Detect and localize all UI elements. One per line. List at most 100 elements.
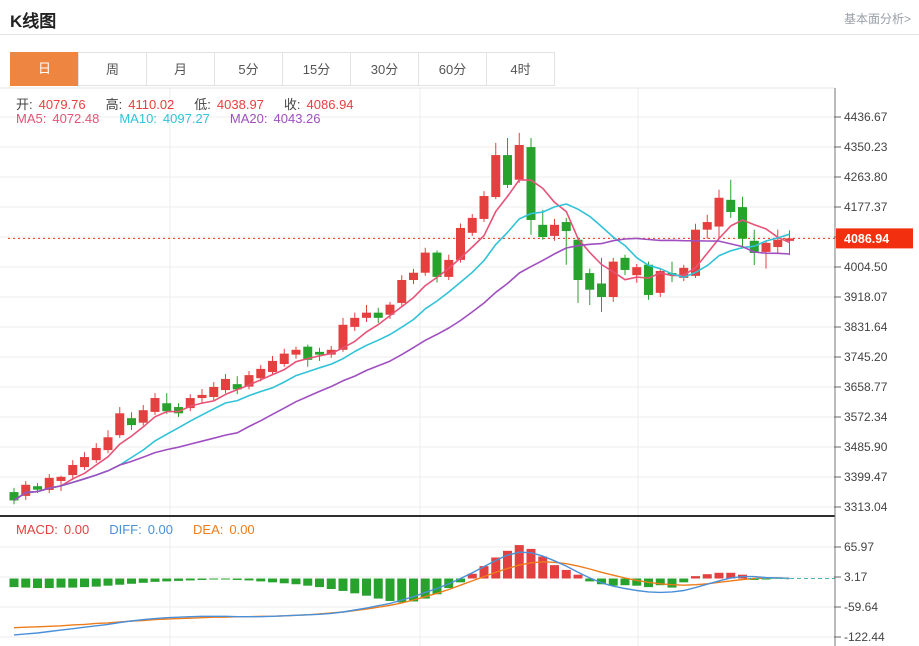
- candle: [197, 394, 207, 399]
- macd-bar: [68, 578, 78, 588]
- price-tick-label: 3485.90: [844, 440, 888, 454]
- ma-lines-layer: [13, 179, 790, 502]
- candle: [397, 280, 407, 303]
- candle: [162, 403, 172, 412]
- macd-bar: [174, 578, 183, 581]
- candle: [68, 465, 78, 476]
- macd-bar: [244, 578, 254, 581]
- candle: [503, 155, 512, 185]
- candle: [773, 239, 783, 248]
- macd-bar: [326, 578, 336, 590]
- macd-tick-label: 3.17: [844, 570, 868, 584]
- candle: [291, 349, 301, 355]
- candle: [702, 222, 712, 230]
- macd-bar: [256, 578, 266, 582]
- candle: [714, 197, 724, 227]
- price-tick-label: 3399.47: [844, 470, 888, 484]
- candle: [538, 224, 548, 237]
- macd-bar: [714, 572, 724, 579]
- candle: [620, 257, 630, 270]
- grid-layer: [0, 87, 835, 646]
- macd-bar: [115, 578, 125, 585]
- price-tick-label: 4350.23: [844, 140, 888, 154]
- ma10-line: [13, 203, 790, 502]
- price-tick-label: 3313.04: [844, 500, 888, 514]
- macd-layer: [9, 545, 835, 636]
- candle: [491, 155, 501, 198]
- macd-bar: [209, 578, 219, 580]
- candle: [550, 224, 559, 236]
- candle: [726, 199, 736, 212]
- candle: [597, 283, 606, 298]
- macd-bar: [185, 578, 195, 581]
- candlestick-layer: [8, 132, 835, 505]
- candle: [33, 486, 42, 490]
- candle: [103, 437, 113, 451]
- macd-bar: [80, 578, 89, 588]
- candle: [409, 272, 418, 281]
- candle: [526, 147, 536, 220]
- macd-bar: [291, 578, 301, 585]
- candle: [209, 386, 219, 397]
- candle: [80, 457, 89, 468]
- candle: [115, 413, 125, 436]
- macd-bar: [362, 578, 371, 596]
- candle: [221, 378, 230, 391]
- macd-bar: [91, 578, 101, 587]
- axis-layer: 4436.67 4350.23 4263.80 4177.37 4004.50 3918.…: [0, 88, 913, 646]
- kline-chart[interactable]: 4436.67 4350.23 4263.80 4177.37 4004.50 3918.…: [0, 0, 919, 646]
- ma5-line: [13, 179, 790, 502]
- candle: [467, 217, 477, 233]
- macd-bar: [21, 578, 31, 588]
- macd-bar: [538, 556, 548, 579]
- macd-bar: [385, 578, 395, 601]
- macd-bar: [232, 578, 242, 580]
- candle: [632, 267, 642, 276]
- candle: [644, 264, 653, 295]
- macd-bar: [514, 545, 524, 579]
- macd-tick-label: -122.44: [844, 630, 885, 644]
- macd-bar: [221, 578, 230, 580]
- candle: [350, 317, 360, 327]
- price-tick-label: 3658.77: [844, 380, 888, 394]
- candle: [738, 207, 747, 239]
- price-tick-label: 3918.07: [844, 290, 888, 304]
- candle: [373, 312, 383, 318]
- candle: [514, 144, 524, 180]
- macd-bar: [44, 578, 54, 589]
- price-tick-label: 4004.50: [844, 260, 888, 274]
- macd-bar: [127, 578, 136, 584]
- macd-bar: [691, 576, 700, 579]
- kline-chart-area: 4436.67 4350.23 4263.80 4177.37 4004.50 3918.…: [0, 0, 919, 646]
- macd-bar: [138, 578, 148, 583]
- price-tick-label: 4436.67: [844, 110, 888, 124]
- macd-tick-label: 65.97: [844, 540, 874, 554]
- candle: [432, 252, 442, 277]
- macd-bar: [338, 578, 348, 591]
- candle: [91, 448, 101, 461]
- macd-bar: [573, 574, 583, 579]
- price-tick-label: 3572.34: [844, 410, 888, 424]
- macd-bar: [350, 578, 360, 594]
- macd-bar: [268, 578, 277, 583]
- macd-bar: [315, 578, 324, 588]
- candle: [585, 273, 595, 290]
- candle: [268, 360, 277, 372]
- candle: [479, 196, 489, 219]
- current-price-label: 4086.94: [844, 232, 889, 246]
- price-tick-label: 4177.37: [844, 200, 888, 214]
- candle: [150, 398, 160, 412]
- candle: [279, 353, 289, 365]
- candle: [138, 410, 148, 423]
- macd-bar: [620, 578, 630, 586]
- price-tick-label: 3745.20: [844, 350, 888, 364]
- candle: [315, 351, 324, 355]
- candle: [561, 222, 571, 232]
- candle: [362, 312, 371, 318]
- macd-bar: [162, 578, 172, 582]
- price-tick-label: 3831.64: [844, 320, 888, 334]
- macd-bar: [303, 578, 313, 586]
- macd-bar: [550, 565, 559, 579]
- macd-tick-label: -59.64: [844, 600, 878, 614]
- macd-bar: [279, 578, 289, 584]
